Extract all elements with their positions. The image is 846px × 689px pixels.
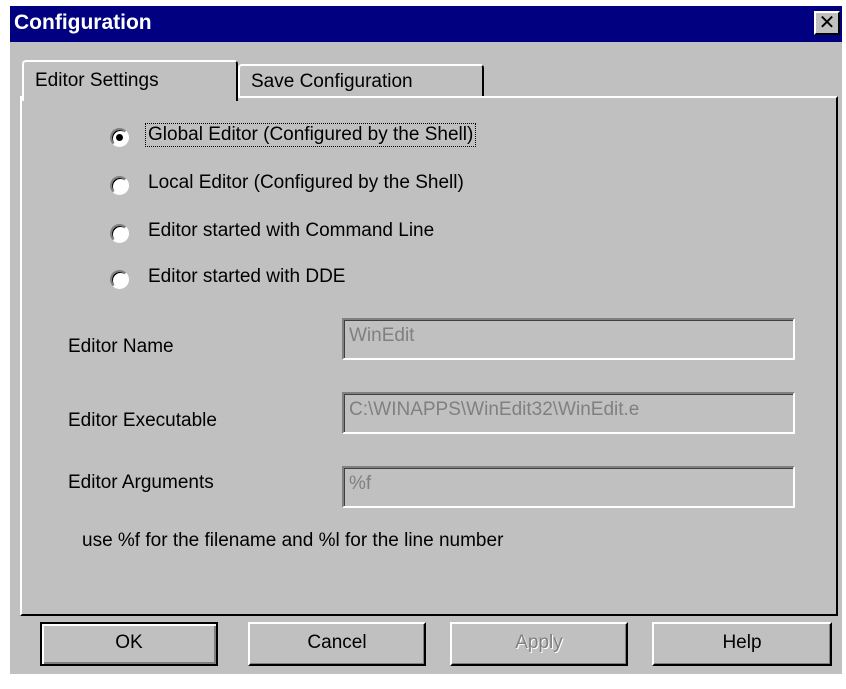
radio-dot [116,134,123,141]
radio-button-selected[interactable] [110,128,129,147]
editor-name-field[interactable]: WinEdit [342,318,795,360]
editor-arguments-field[interactable]: %f [342,466,795,508]
editor-executable-field[interactable]: C:\WINAPPS\WinEdit32\WinEdit.e [342,392,795,434]
editor-arguments-label: Editor Arguments [68,472,214,493]
title-bar[interactable]: Configuration ✕ [10,6,842,42]
configuration-dialog: Configuration ✕ Editor Settings Save Con… [10,6,842,674]
radio-command-line-editor-label[interactable]: Editor started with Command Line [146,220,436,242]
close-button[interactable]: ✕ [814,11,840,35]
help-button[interactable]: Help [652,622,832,666]
editor-executable-label: Editor Executable [68,410,217,431]
tab-editor-settings[interactable]: Editor Settings [22,60,238,101]
radio-local-editor-label[interactable]: Local Editor (Configured by the Shell) [146,172,466,194]
editor-name-label: Editor Name [68,336,174,357]
radio-global-editor-label[interactable]: Global Editor (Configured by the Shell) [144,123,477,147]
editor-settings-panel: Global Editor (Configured by the Shell) … [20,96,838,616]
ok-button[interactable]: OK [40,622,218,666]
window-title: Configuration [14,11,152,34]
arguments-hint: use %f for the filename and %l for the l… [82,530,504,551]
apply-button[interactable]: Apply [450,622,628,666]
tab-save-configuration[interactable]: Save Configuration [238,64,484,98]
tab-editor-settings-label: Editor Settings [35,70,159,91]
close-icon: ✕ [818,10,836,34]
radio-button[interactable] [110,224,129,243]
radio-button[interactable] [110,270,129,289]
radio-dde-editor-label[interactable]: Editor started with DDE [146,266,347,288]
radio-button[interactable] [110,176,129,195]
tab-save-configuration-label: Save Configuration [251,71,413,92]
cancel-button[interactable]: Cancel [248,622,426,666]
